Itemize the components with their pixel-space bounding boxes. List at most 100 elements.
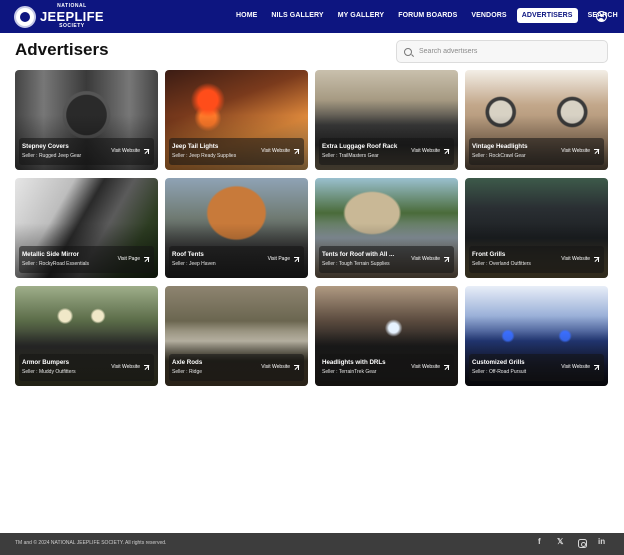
nav-forum-boards[interactable]: FORUM BOARDS xyxy=(398,8,457,23)
visit-link[interactable]: Visit Website xyxy=(261,364,299,370)
advertiser-card[interactable]: Tents for Roof with All ... Seller : Toug… xyxy=(315,178,458,278)
card-title: Axle Rods xyxy=(172,359,203,366)
card-info-panel: Armor Bumpers Seller : Muddy Outfitters Vi… xyxy=(19,354,154,381)
card-seller: Seller : RockCrawl Gear xyxy=(472,153,526,159)
card-title: Front Grills xyxy=(472,251,506,258)
visit-link-label: Visit Website xyxy=(561,364,590,370)
advertiser-card[interactable]: Axle Rods Seller : Ridge Visit Website xyxy=(165,286,308,386)
nav-vendors[interactable]: VENDORS xyxy=(471,8,506,23)
visit-link-label: Visit Website xyxy=(261,148,290,154)
card-info-panel: Stepney Covers Seller : Rugged Jeep Gear V… xyxy=(19,138,154,165)
visit-link-label: Visit Website xyxy=(561,148,590,154)
card-seller: Seller : Off-Road Pursuit xyxy=(472,369,527,375)
advertiser-card[interactable]: Stepney Covers Seller : Rugged Jeep Gear V… xyxy=(15,70,158,170)
nav-my-gallery[interactable]: MY GALLERY xyxy=(338,8,385,23)
nav-nils-gallery[interactable]: NILS GALLERY xyxy=(271,8,323,23)
advertiser-card[interactable]: Front Grills Seller : Overland Outfitters… xyxy=(465,178,608,278)
advertiser-card[interactable]: Headlights with DRLs Seller : TerrainTrek… xyxy=(315,286,458,386)
card-info-panel: Vintage Headlights Seller : RockCrawl Gea… xyxy=(469,138,604,165)
card-info-panel: Jeep Tail Lights Seller : Jeep Ready Supp… xyxy=(169,138,304,165)
visit-link[interactable]: Visit Page xyxy=(118,256,149,262)
external-arrow-icon xyxy=(294,148,299,154)
visit-link[interactable]: Visit Page xyxy=(268,256,299,262)
site-logo[interactable]: NATIONAL JEEPLIFE SOCIETY xyxy=(14,4,104,29)
card-info-panel: Tents for Roof with All ... Seller : Toug… xyxy=(319,246,454,273)
card-info-panel: Customized Grills Seller : Off-Road Pursu… xyxy=(469,354,604,381)
card-title: Extra Luggage Roof Rack xyxy=(322,143,398,150)
card-info-panel: Headlights with DRLs Seller : TerrainTrek… xyxy=(319,354,454,381)
card-seller: Seller : TerrainTrek Gear xyxy=(322,369,377,375)
card-title: Headlights with DRLs xyxy=(322,359,386,366)
visit-link-label: Visit Website xyxy=(111,364,140,370)
external-arrow-icon xyxy=(144,148,149,154)
search-input[interactable] xyxy=(419,48,599,55)
card-seller: Seller : Overland Outfitters xyxy=(472,261,531,267)
card-info-panel: Extra Luggage Roof Rack Seller : TrailMas… xyxy=(319,138,454,165)
card-seller: Seller : RockyRoad Essentials xyxy=(22,261,89,267)
visit-link-label: Visit Website xyxy=(411,148,440,154)
advertisers-grid: Stepney Covers Seller : Rugged Jeep Gear V… xyxy=(15,70,609,386)
visit-link-label: Visit Page xyxy=(117,256,140,262)
visit-link-label: Visit Website xyxy=(411,256,440,262)
visit-link[interactable]: Visit Website xyxy=(561,364,599,370)
x-icon[interactable]: 𝕏 xyxy=(557,538,563,546)
nav-advertisers[interactable]: ADVERTISERS xyxy=(516,8,578,23)
external-arrow-icon xyxy=(594,364,599,370)
visit-link[interactable]: Visit Website xyxy=(261,148,299,154)
visit-link[interactable]: Visit Website xyxy=(561,256,599,262)
advertiser-card[interactable]: Customized Grills Seller : Off-Road Pursu… xyxy=(465,286,608,386)
visit-link-label: Visit Website xyxy=(111,148,140,154)
card-seller: Seller : Rugged Jeep Gear xyxy=(22,153,82,159)
visit-link[interactable]: Visit Website xyxy=(111,364,149,370)
card-seller: Seller : Tough Terrain Supplies xyxy=(322,261,390,267)
card-seller: Seller : Jeep Haven xyxy=(172,261,216,267)
facebook-icon[interactable]: f xyxy=(538,538,541,546)
user-profile-icon[interactable] xyxy=(596,11,607,22)
external-arrow-icon xyxy=(444,256,449,262)
page-title: Advertisers xyxy=(15,40,109,59)
visit-link[interactable]: Visit Website xyxy=(411,256,449,262)
visit-link-label: Visit Website xyxy=(411,364,440,370)
instagram-icon[interactable] xyxy=(578,539,587,548)
card-title: Jeep Tail Lights xyxy=(172,143,219,150)
card-seller: Seller : Muddy Outfitters xyxy=(22,369,76,375)
card-seller: Seller : Jeep Ready Supplies xyxy=(172,153,237,159)
top-navigation-bar: NATIONAL JEEPLIFE SOCIETY HOME NILS GALL… xyxy=(0,0,624,33)
advertiser-card[interactable]: Jeep Tail Lights Seller : Jeep Ready Supp… xyxy=(165,70,308,170)
external-arrow-icon xyxy=(144,256,149,262)
logo-text: NATIONAL JEEPLIFE SOCIETY xyxy=(40,4,104,29)
footer: TM and © 2024 NATIONAL JEEPLIFE SOCIETY.… xyxy=(0,533,624,555)
linkedin-icon[interactable]: in xyxy=(598,538,605,546)
advertiser-card[interactable]: Roof Tents Seller : Jeep Haven Visit Page xyxy=(165,178,308,278)
external-arrow-icon xyxy=(294,364,299,370)
external-arrow-icon xyxy=(444,148,449,154)
card-info-panel: Metallic Side Mirror Seller : RockyRoad E… xyxy=(19,246,154,273)
footer-copyright: TM and © 2024 NATIONAL JEEPLIFE SOCIETY.… xyxy=(15,540,167,546)
visit-link[interactable]: Visit Website xyxy=(411,148,449,154)
main-nav: HOME NILS GALLERY MY GALLERY FORUM BOARD… xyxy=(236,8,624,23)
external-arrow-icon xyxy=(594,148,599,154)
advertiser-card[interactable]: Armor Bumpers Seller : Muddy Outfitters Vi… xyxy=(15,286,158,386)
visit-link[interactable]: Visit Website xyxy=(111,148,149,154)
card-title: Vintage Headlights xyxy=(472,143,528,150)
logo-line-3: SOCIETY xyxy=(59,23,85,29)
advertiser-card[interactable]: Metallic Side Mirror Seller : RockyRoad E… xyxy=(15,178,158,278)
card-info-panel: Roof Tents Seller : Jeep Haven Visit Page xyxy=(169,246,304,273)
nav-home[interactable]: HOME xyxy=(236,8,257,23)
logo-line-2: JEEPLIFE xyxy=(40,9,104,24)
visit-link-label: Visit Website xyxy=(561,256,590,262)
card-title: Stepney Covers xyxy=(22,143,69,150)
external-arrow-icon xyxy=(294,256,299,262)
visit-link-label: Visit Page xyxy=(267,256,290,262)
visit-link[interactable]: Visit Website xyxy=(411,364,449,370)
search-icon xyxy=(404,47,412,56)
card-title: Tents for Roof with All ... xyxy=(322,251,395,258)
advertiser-card[interactable]: Vintage Headlights Seller : RockCrawl Gea… xyxy=(465,70,608,170)
visit-link[interactable]: Visit Website xyxy=(561,148,599,154)
card-title: Roof Tents xyxy=(172,251,204,258)
search-box[interactable] xyxy=(396,40,608,63)
card-info-panel: Front Grills Seller : Overland Outfitters… xyxy=(469,246,604,273)
card-seller: Seller : Ridge xyxy=(172,369,203,375)
card-title: Customized Grills xyxy=(472,359,525,366)
advertiser-card[interactable]: Extra Luggage Roof Rack Seller : TrailMas… xyxy=(315,70,458,170)
